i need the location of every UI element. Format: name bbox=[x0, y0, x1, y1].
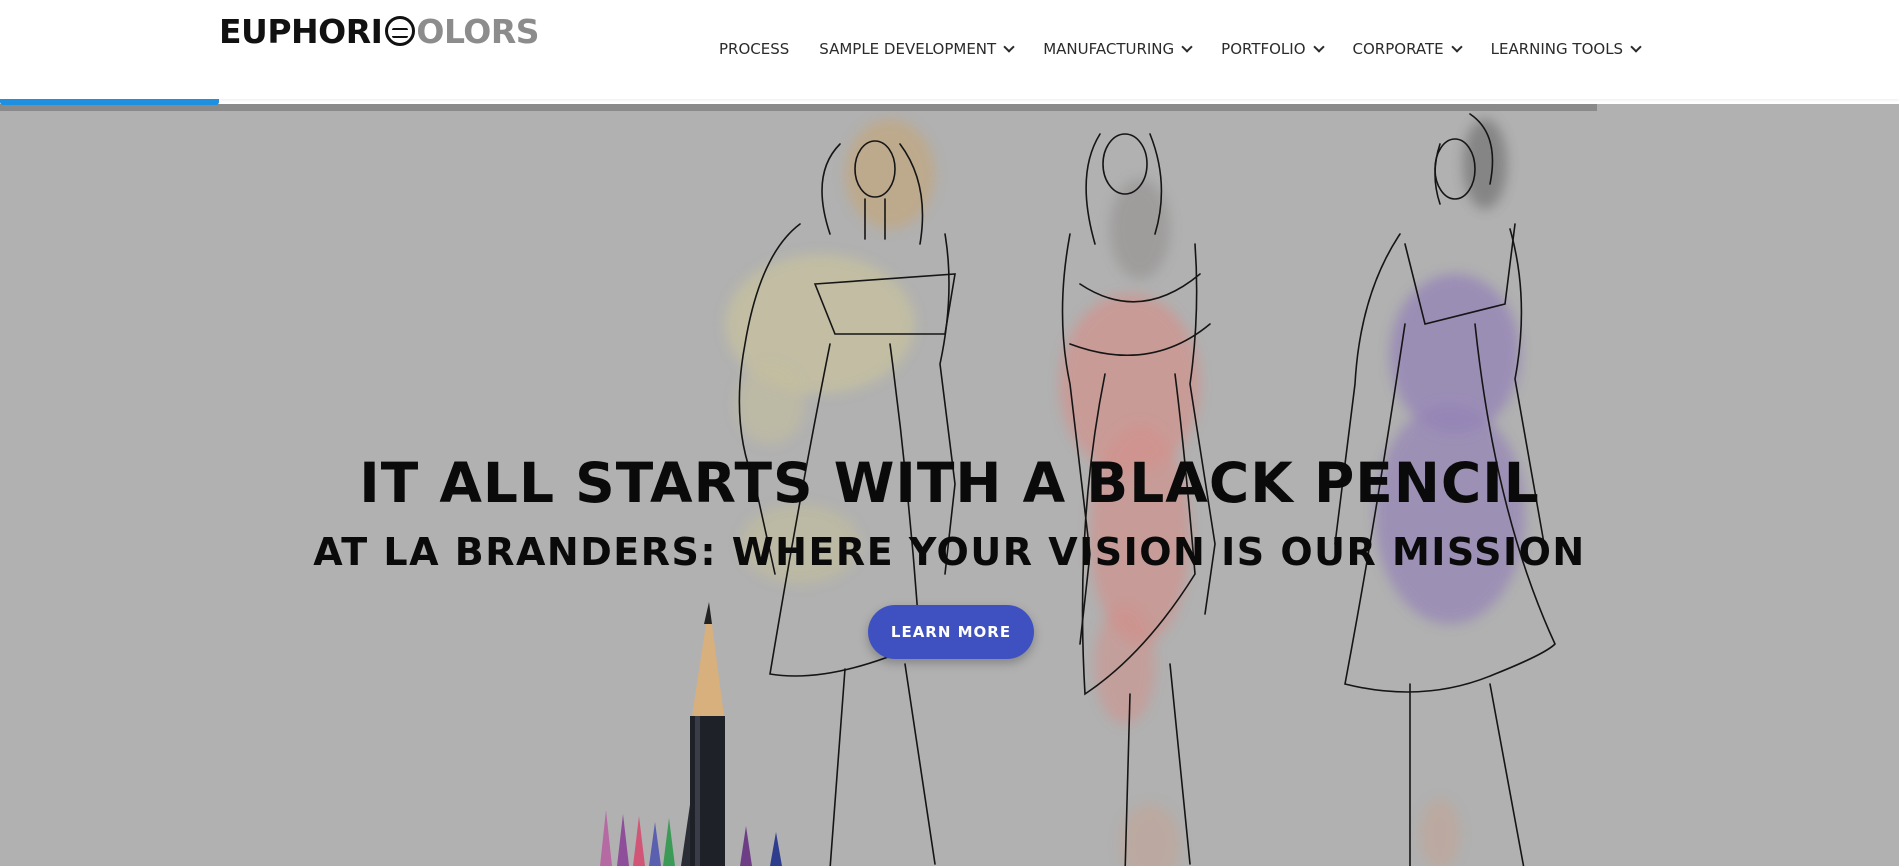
nav-item-corporate[interactable]: CORPORATE bbox=[1352, 37, 1463, 61]
scroll-progress-track bbox=[0, 104, 1597, 111]
nav-item-label: CORPORATE bbox=[1352, 40, 1444, 58]
logo-c-icon bbox=[385, 16, 416, 46]
scroll-progress-indicator bbox=[0, 99, 219, 105]
nav-item-portfolio[interactable]: PORTFOLIO bbox=[1221, 37, 1325, 61]
chevron-down-icon bbox=[1003, 40, 1015, 53]
hero-section: IT ALL STARTS WITH A BLACK PENCIL AT LA … bbox=[0, 104, 1899, 866]
nav-item-label: LEARNING TOOLS bbox=[1490, 40, 1624, 58]
logo-text-light: OLORS bbox=[416, 11, 540, 51]
nav-item-label: SAMPLE DEVELOPMENT bbox=[819, 40, 997, 58]
site-logo[interactable]: EUPHORI OLORS bbox=[219, 10, 540, 52]
nav-item-learning-tools[interactable]: LEARNING TOOLS bbox=[1490, 37, 1642, 61]
site-header: EUPHORI OLORS PROCESS SAMPLE DEVELOPMENT… bbox=[0, 0, 1899, 99]
hero-title: IT ALL STARTS WITH A BLACK PENCIL bbox=[359, 451, 1540, 515]
nav-item-manufacturing[interactable]: MANUFACTURING bbox=[1043, 37, 1193, 61]
chevron-down-icon bbox=[1630, 40, 1642, 53]
hero-subtitle: AT LA BRANDERS: WHERE YOUR VISION IS OUR… bbox=[313, 530, 1586, 574]
learn-more-button[interactable]: LEARN MORE bbox=[868, 605, 1034, 659]
nav-item-process[interactable]: PROCESS bbox=[719, 37, 789, 61]
nav-item-label: PROCESS bbox=[719, 40, 790, 58]
nav-item-label: MANUFACTURING bbox=[1043, 40, 1175, 58]
main-nav: PROCESS SAMPLE DEVELOPMENT MANUFACTURING… bbox=[719, 37, 1642, 61]
chevron-down-icon bbox=[1181, 40, 1193, 53]
chevron-down-icon bbox=[1312, 40, 1325, 53]
nav-item-label: PORTFOLIO bbox=[1221, 40, 1306, 58]
chevron-down-icon bbox=[1450, 40, 1463, 53]
nav-item-sample-development[interactable]: SAMPLE DEVELOPMENT bbox=[819, 37, 1015, 61]
logo-text-dark: EUPHORI bbox=[219, 11, 383, 51]
